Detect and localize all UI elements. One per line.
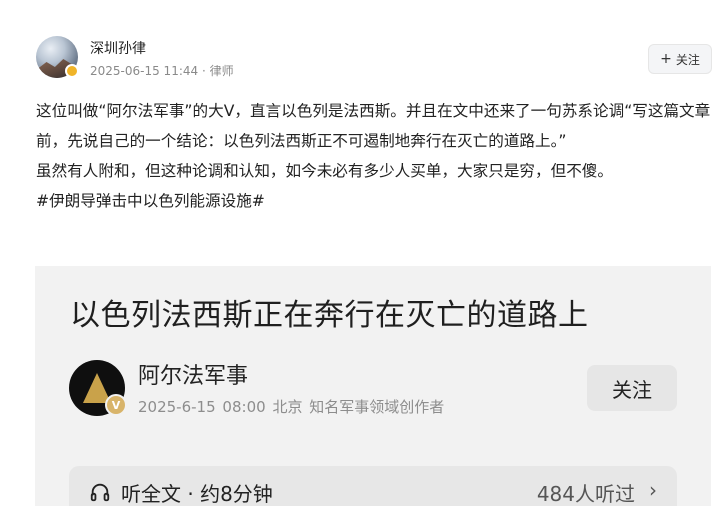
post-paragraph: 虽然有人附和，但这种论调和认知，如今未必有多少人买单，大家只是穷，但不傻。 [36,162,613,180]
plus-icon: + [660,51,672,67]
embed-article-title: 以色列法西斯正在奔行在灭亡的道路上 [70,298,589,333]
embed-location: 北京 [272,398,303,416]
post-date: 2025-06-15 11:44 [90,64,199,78]
embed-verified-badge-icon: V [105,394,127,416]
listen-label: 听全文 · 约8分钟 [121,482,273,506]
headphones-icon [90,483,110,502]
post-body: 这位叫做“阿尔法军事”的大V，直言以色列是法西斯。并且在文中还来了一句苏系论调“… [36,96,712,216]
embed-author-tag: 知名军事领域创作者 [309,398,445,416]
embed-follow-button: 关注 [587,365,677,411]
verified-badge-icon [65,64,79,78]
listen-count: 484人听过 [536,482,635,506]
follow-button[interactable]: + 关注 [648,44,712,74]
meta-separator: · [198,64,210,78]
follow-button-label: 关注 [675,52,700,67]
post-paragraph: 这位叫做“阿尔法军事”的大V，直言以色列是法西斯。并且在文中还来了一句苏系论调“… [36,102,711,150]
author-role: 律师 [209,64,234,78]
embedded-article-image[interactable]: 以色列法西斯正在奔行在灭亡的道路上 V 阿尔法军事 2025-6-15 08:0… [35,266,711,506]
post-meta: 2025-06-15 11:44 · 律师 [90,62,234,79]
author-name[interactable]: 深圳孙律 [90,38,146,58]
embed-date: 2025-6-15 [138,398,216,416]
embed-time: 08:00 [222,398,266,416]
listen-bar: 听全文 · 约8分钟 484人听过 › [69,466,677,506]
hashtag-link[interactable]: #伊朗导弹击中以色列能源设施# [36,192,265,210]
embed-author-name: 阿尔法军事 [138,364,249,389]
post-header: 深圳孙律 2025-06-15 11:44 · 律师 + 关注 [36,34,712,82]
embed-meta: 2025-6-15 08:00 北京 知名军事领域创作者 [138,396,444,417]
chevron-right-icon: › [649,478,657,502]
